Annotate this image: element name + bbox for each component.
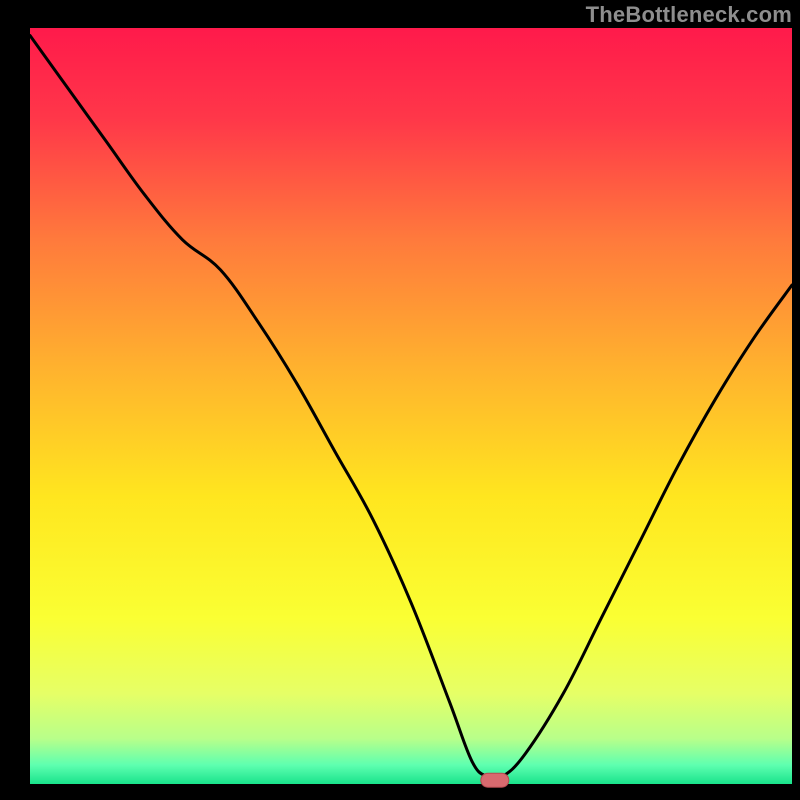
chart-background-gradient	[30, 28, 792, 784]
optimal-marker	[481, 773, 509, 787]
chart-frame: TheBottleneck.com	[0, 0, 800, 800]
watermark-text: TheBottleneck.com	[586, 2, 792, 28]
bottleneck-chart	[0, 0, 800, 800]
